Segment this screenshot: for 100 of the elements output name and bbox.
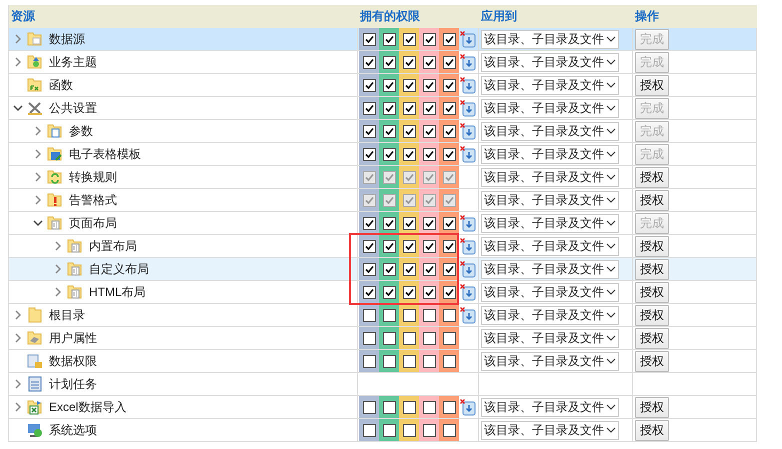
permission-checkbox[interactable]: [362, 424, 376, 436]
permission-checkbox[interactable]: [362, 240, 376, 252]
permission-checkbox[interactable]: [442, 332, 456, 344]
action-button[interactable]: 授权: [635, 304, 669, 326]
permission-checkbox[interactable]: [402, 56, 416, 68]
action-button[interactable]: 授权: [635, 74, 669, 96]
permission-checkbox[interactable]: [402, 400, 416, 414]
apply-to-dropdown[interactable]: 该目录、子目录及文件: [481, 260, 619, 278]
tree-row[interactable]: 根目录 该目录、子目录及文件 授权: [9, 304, 757, 327]
permission-checkbox[interactable]: [362, 332, 376, 344]
action-button[interactable]: 授权: [635, 328, 669, 348]
permission-checkbox[interactable]: [402, 240, 416, 252]
permission-checkbox[interactable]: [422, 148, 436, 160]
permission-checkbox[interactable]: [402, 332, 416, 344]
clear-permissions-icon[interactable]: [460, 100, 476, 116]
apply-to-dropdown[interactable]: 该目录、子目录及文件: [481, 144, 619, 164]
apply-to-dropdown[interactable]: 该目录、子目录及文件: [481, 122, 619, 140]
permission-checkbox[interactable]: [382, 216, 396, 230]
permission-checkbox[interactable]: [442, 148, 456, 160]
permission-checkbox[interactable]: [422, 78, 436, 92]
permission-checkbox[interactable]: [442, 78, 456, 92]
permission-checkbox[interactable]: [442, 286, 456, 298]
permission-checkbox[interactable]: [442, 102, 456, 114]
apply-to-dropdown[interactable]: 该目录、子目录及文件: [481, 282, 619, 302]
apply-to-dropdown[interactable]: 该目录、子目录及文件: [481, 398, 619, 416]
tree-row[interactable]: 转换规则 该目录、子目录及文件 授权: [9, 166, 757, 189]
clear-permissions-icon[interactable]: [460, 238, 476, 254]
permission-checkbox[interactable]: [362, 124, 376, 138]
permission-checkbox[interactable]: [442, 400, 456, 414]
permission-checkbox[interactable]: [382, 424, 396, 436]
permission-checkbox[interactable]: [442, 32, 456, 46]
apply-to-dropdown[interactable]: 该目录、子目录及文件: [481, 420, 619, 440]
tree-row[interactable]: 计划任务: [9, 373, 757, 396]
permission-checkbox[interactable]: [422, 332, 436, 344]
permission-checkbox[interactable]: [382, 78, 396, 92]
permission-checkbox[interactable]: [422, 400, 436, 414]
permission-checkbox[interactable]: [422, 56, 436, 68]
permission-checkbox[interactable]: [442, 56, 456, 68]
permission-checkbox[interactable]: [422, 424, 436, 436]
permission-checkbox[interactable]: [422, 308, 436, 322]
permission-checkbox[interactable]: [402, 148, 416, 160]
permission-checkbox[interactable]: [382, 262, 396, 276]
permission-checkbox[interactable]: [422, 262, 436, 276]
permission-checkbox[interactable]: [362, 354, 376, 368]
tree-row[interactable]: 告警格式 该目录、子目录及文件 授权: [9, 189, 757, 212]
permission-checkbox[interactable]: [422, 286, 436, 298]
apply-to-dropdown[interactable]: 该目录、子目录及文件: [481, 328, 619, 348]
apply-to-dropdown[interactable]: 该目录、子目录及文件: [481, 190, 619, 210]
permission-checkbox[interactable]: [402, 308, 416, 322]
tree-row[interactable]: 用户属性 该目录、子目录及文件 授权: [9, 327, 757, 350]
permission-checkbox[interactable]: [382, 400, 396, 414]
permission-checkbox[interactable]: [402, 286, 416, 298]
tree-row[interactable]: HTML布局 该目录、子目录及文件 授权: [9, 281, 757, 304]
permission-checkbox[interactable]: [382, 102, 396, 114]
permission-checkbox[interactable]: [422, 124, 436, 138]
permission-checkbox[interactable]: [442, 308, 456, 322]
permission-checkbox[interactable]: [362, 102, 376, 114]
permission-checkbox[interactable]: [442, 124, 456, 138]
clear-permissions-icon[interactable]: [460, 260, 476, 278]
permission-checkbox[interactable]: [382, 240, 396, 252]
permission-checkbox[interactable]: [442, 216, 456, 230]
action-button[interactable]: 授权: [635, 350, 669, 372]
tree-row[interactable]: Excel数据导入 该目录、子目录及文件 授权: [9, 396, 757, 419]
action-button[interactable]: 授权: [635, 258, 669, 280]
apply-to-dropdown[interactable]: 该目录、子目录及文件: [481, 168, 619, 186]
permission-checkbox[interactable]: [362, 216, 376, 230]
tree-row[interactable]: 内置布局 该目录、子目录及文件 授权: [9, 235, 757, 258]
permission-checkbox[interactable]: [382, 286, 396, 298]
permission-checkbox[interactable]: [422, 102, 436, 114]
permission-checkbox[interactable]: [382, 56, 396, 68]
permission-checkbox[interactable]: [402, 216, 416, 230]
action-button[interactable]: 授权: [635, 420, 669, 440]
permission-checkbox[interactable]: [362, 78, 376, 92]
permission-checkbox[interactable]: [382, 354, 396, 368]
apply-to-dropdown[interactable]: 该目录、子目录及文件: [481, 352, 619, 370]
permission-checkbox[interactable]: [442, 240, 456, 252]
permission-checkbox[interactable]: [402, 124, 416, 138]
clear-permissions-icon[interactable]: [460, 122, 476, 140]
permission-checkbox[interactable]: [442, 424, 456, 436]
permission-checkbox[interactable]: [362, 56, 376, 68]
permission-checkbox[interactable]: [422, 32, 436, 46]
apply-to-dropdown[interactable]: 该目录、子目录及文件: [481, 306, 619, 324]
action-button[interactable]: 授权: [635, 396, 669, 418]
permission-checkbox[interactable]: [422, 354, 436, 368]
action-button[interactable]: 授权: [635, 236, 669, 256]
tree-row[interactable]: 系统选项 该目录、子目录及文件 授权: [9, 419, 757, 442]
action-button[interactable]: 授权: [635, 190, 669, 210]
clear-permissions-icon[interactable]: [460, 54, 476, 70]
apply-to-dropdown[interactable]: 该目录、子目录及文件: [481, 52, 619, 72]
clear-permissions-icon[interactable]: [460, 76, 476, 94]
clear-permissions-icon[interactable]: [460, 398, 476, 416]
permission-checkbox[interactable]: [382, 148, 396, 160]
clear-permissions-icon[interactable]: [460, 214, 476, 232]
permission-checkbox[interactable]: [402, 424, 416, 436]
apply-to-dropdown[interactable]: 该目录、子目录及文件: [481, 236, 619, 256]
permission-checkbox[interactable]: [362, 32, 376, 46]
tree-row[interactable]: 自定义布局 该目录、子目录及文件 授权: [9, 258, 757, 281]
apply-to-dropdown[interactable]: 该目录、子目录及文件: [481, 30, 619, 48]
permission-checkbox[interactable]: [382, 124, 396, 138]
apply-to-dropdown[interactable]: 该目录、子目录及文件: [481, 76, 619, 94]
